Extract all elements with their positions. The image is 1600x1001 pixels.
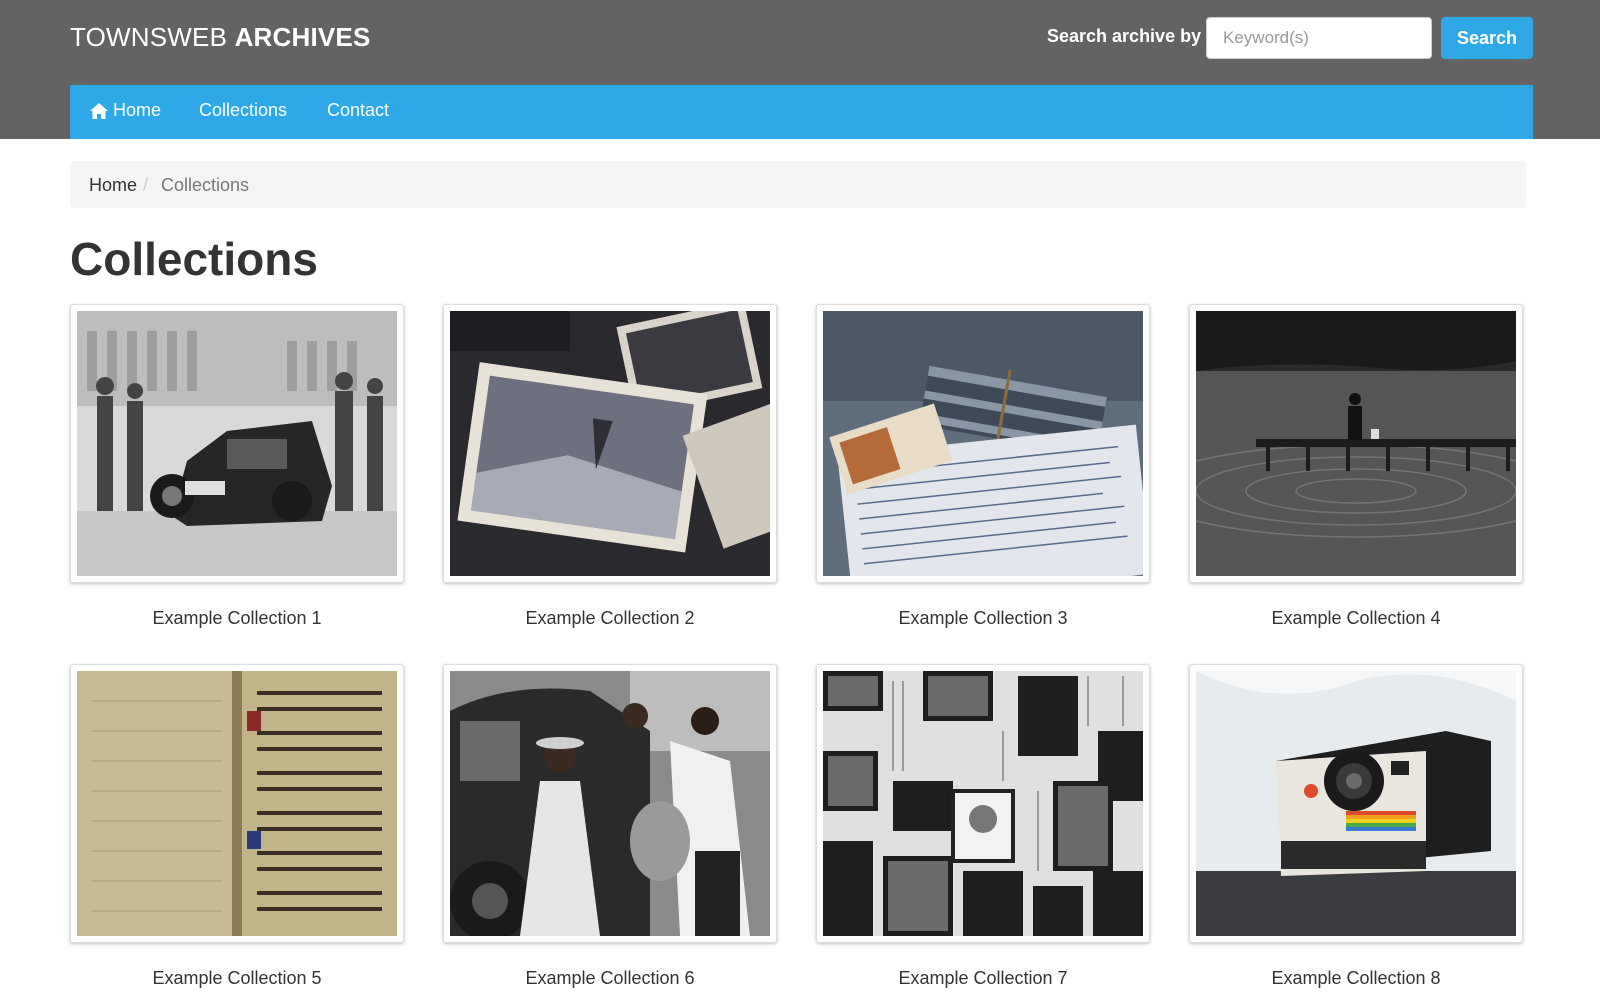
breadcrumb-current: Collections	[161, 175, 250, 195]
breadcrumb-separator: /	[143, 175, 149, 195]
search-input[interactable]	[1206, 17, 1432, 59]
site-header: TOWNSWEB ARCHIVES Search archive by Sear…	[0, 0, 1600, 139]
page-title: Collections	[70, 233, 318, 285]
collection-image-manuscript	[77, 671, 397, 936]
collection-title[interactable]: Example Collection 2	[443, 608, 777, 629]
collection-image-old-photos	[450, 311, 770, 576]
collection-thumbnail[interactable]	[816, 664, 1150, 943]
collection-image-speakers	[823, 671, 1143, 936]
collection-card-8[interactable]: Example Collection 8	[1189, 664, 1523, 989]
main-navbar: Home Collections Contact	[70, 85, 1533, 139]
collection-thumbnail[interactable]	[70, 664, 404, 943]
collection-card-1[interactable]: Example Collection 1	[70, 304, 404, 629]
collection-thumbnail[interactable]	[70, 304, 404, 583]
nav-collections[interactable]: Collections	[199, 100, 287, 121]
home-icon	[90, 102, 108, 119]
collection-title[interactable]: Example Collection 5	[70, 968, 404, 989]
search-label: Search archive by	[1047, 26, 1202, 46]
collection-title[interactable]: Example Collection 4	[1189, 608, 1523, 629]
collection-title[interactable]: Example Collection 8	[1189, 968, 1523, 989]
collection-card-6[interactable]: Example Collection 6	[443, 664, 777, 989]
collection-thumbnail[interactable]	[443, 664, 777, 943]
brand-bold: ARCHIVES	[234, 22, 371, 52]
breadcrumb-home[interactable]: Home	[89, 175, 137, 196]
breadcrumb: Home / Collections	[70, 161, 1526, 208]
collection-card-5[interactable]: Example Collection 5	[70, 664, 404, 989]
collection-thumbnail[interactable]	[443, 304, 777, 583]
collection-thumbnail[interactable]	[1189, 304, 1523, 583]
nav-contact[interactable]: Contact	[327, 100, 389, 121]
collection-card-4[interactable]: Example Collection 4	[1189, 304, 1523, 629]
collection-title[interactable]: Example Collection 1	[70, 608, 404, 629]
collection-image-letters	[823, 311, 1143, 576]
collection-title[interactable]: Example Collection 3	[816, 608, 1150, 629]
nav-home-label: Home	[113, 100, 162, 120]
collection-card-3[interactable]: Example Collection 3	[816, 304, 1150, 629]
collection-title[interactable]: Example Collection 6	[443, 968, 777, 989]
collection-card-7[interactable]: Example Collection 7	[816, 664, 1150, 989]
site-brand[interactable]: TOWNSWEB ARCHIVES	[70, 22, 371, 53]
collection-thumbnail[interactable]	[816, 304, 1150, 583]
collection-image-camera	[1196, 671, 1516, 936]
collection-thumbnail[interactable]	[1189, 664, 1523, 943]
nav-home[interactable]: Home	[89, 100, 161, 121]
collection-image-car-accident	[77, 311, 397, 576]
collection-image-people-car	[450, 671, 770, 936]
collection-title[interactable]: Example Collection 7	[816, 968, 1150, 989]
search-button[interactable]: Search	[1441, 17, 1533, 59]
brand-regular: TOWNSWEB	[70, 22, 228, 52]
collection-image-pier	[1196, 311, 1516, 576]
collection-card-2[interactable]: Example Collection 2	[443, 304, 777, 629]
